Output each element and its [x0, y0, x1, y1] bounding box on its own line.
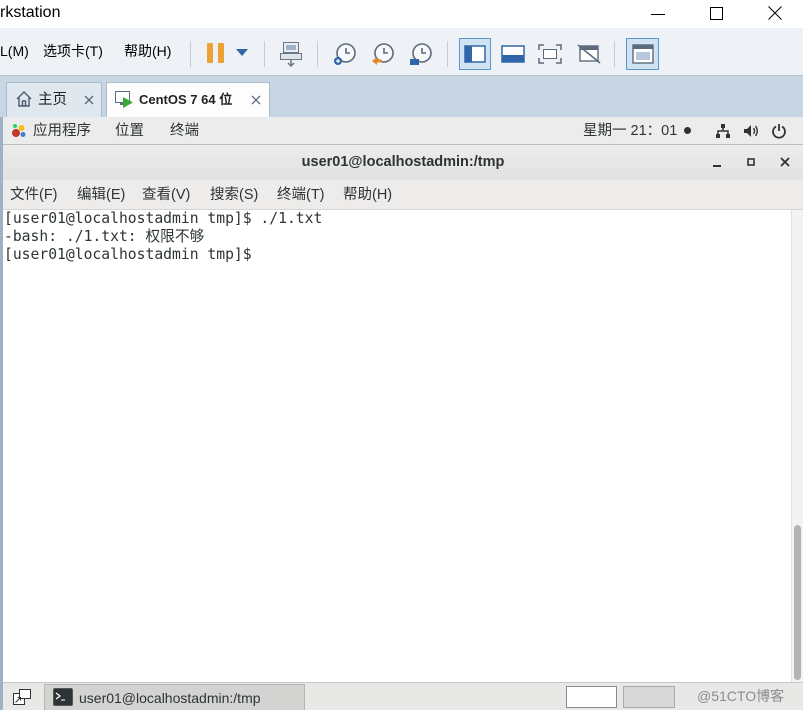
menu-help[interactable]: 帮助(H) — [124, 42, 171, 60]
terminal-title-bar: user01@localhostadmin:/tmp — [3, 145, 803, 180]
taskbar-terminal-button[interactable]: user01@localhostadmin:/tmp — [44, 684, 305, 710]
terminal-menu-bar: 文件(F) 编辑(E) 查看(V) 搜索(S) 终端(T) 帮助(H) — [3, 180, 803, 210]
scrollbar-thumb[interactable] — [794, 525, 801, 680]
fullscreen-button[interactable] — [534, 38, 566, 70]
snapshot-revert-icon — [372, 43, 394, 65]
watermark: @51CTO博客 — [697, 688, 785, 704]
menu-tabs[interactable]: 选项卡(T) — [43, 42, 103, 60]
vm-icon — [114, 89, 134, 109]
dropdown-arrow-icon — [236, 49, 248, 56]
power-icon[interactable] — [771, 123, 787, 139]
terminal-output[interactable]: [user01@localhostadmin tmp]$ ./1.txt -ba… — [3, 210, 791, 682]
home-icon — [15, 90, 33, 108]
gnome-bottom-panel: user01@localhostadmin:/tmp @51CTO博客 — [3, 682, 803, 710]
tab-home[interactable]: 主页 — [6, 82, 102, 117]
show-desktop-icon[interactable] — [12, 688, 32, 706]
tab-strip: 主页 CentOS 7 64 位 — [0, 76, 803, 117]
terminal-scrollbar[interactable] — [791, 210, 803, 682]
snapshot-take-icon — [334, 43, 356, 65]
terminal-line: [user01@localhostadmin tmp]$ ./1.txt — [4, 210, 323, 227]
fullscreen-icon — [538, 44, 562, 64]
tab-centos-label: CentOS 7 64 位 — [139, 92, 233, 107]
toolbar-separator — [447, 41, 448, 67]
toolbar-separator — [614, 41, 615, 67]
minimize-icon — [651, 14, 665, 15]
notification-dot — [684, 127, 691, 134]
toolbar-separator — [317, 41, 318, 67]
snapshot-take-button[interactable] — [333, 42, 357, 66]
close-icon — [84, 95, 94, 105]
taskbar-terminal-label: user01@localhostadmin:/tmp — [79, 690, 261, 706]
pause-button[interactable] — [207, 43, 225, 63]
tab-home-label: 主页 — [38, 92, 67, 108]
terminal-menu-terminal[interactable]: 终端(T) — [277, 186, 325, 204]
thumbnail-bar-icon — [501, 45, 525, 63]
window-maximize-button[interactable] — [710, 7, 724, 21]
snapshot-manager-button[interactable] — [409, 42, 433, 66]
terminal-menu-file[interactable]: 文件(F) — [10, 186, 58, 204]
power-dropdown-button[interactable] — [236, 49, 248, 57]
toolbar-separator — [264, 41, 265, 67]
menu-toolbar: L(M) 选项卡(T) 帮助(H) — [0, 28, 803, 76]
applications-icon — [11, 123, 27, 139]
gnome-top-panel: 应用程序 位置 终端 星期一 21：01 — [3, 117, 803, 145]
terminal-line: -bash: ./1.txt: 权限不够 — [4, 228, 205, 245]
tab-centos-vm[interactable]: CentOS 7 64 位 — [106, 82, 270, 117]
clock[interactable]: 星期一 21：01 — [583, 122, 677, 140]
terminal-menu-view[interactable]: 查看(V) — [142, 186, 190, 204]
terminal-close-button[interactable] — [780, 157, 790, 167]
network-icon[interactable] — [715, 123, 731, 139]
menu-vm[interactable]: L(M) — [0, 42, 29, 60]
maximize-icon — [710, 7, 723, 20]
send-ctrl-alt-del-icon — [280, 42, 302, 67]
window-minimize-button[interactable] — [651, 7, 665, 21]
close-icon — [251, 95, 261, 105]
terminal-menu-help[interactable]: 帮助(H) — [343, 186, 392, 204]
unity-button[interactable] — [573, 38, 605, 70]
applications-menu[interactable]: 应用程序 — [33, 122, 91, 140]
tab-home-close-button[interactable] — [84, 95, 94, 105]
pause-icon — [207, 43, 224, 63]
app-title: rkstation — [0, 4, 61, 21]
app-title-bar: rkstation — [0, 0, 803, 28]
minimize-icon — [713, 165, 721, 167]
terminal-menu-edit[interactable]: 编辑(E) — [77, 186, 125, 204]
terminal-maximize-button[interactable] — [746, 157, 756, 167]
thumbnail-bar-button[interactable] — [497, 38, 529, 70]
maximize-icon — [747, 158, 755, 166]
vm-screen[interactable]: 应用程序 位置 终端 星期一 21：01 user01@localhostadm… — [3, 117, 803, 710]
close-icon — [768, 6, 782, 20]
terminal-app-menu[interactable]: 终端 — [170, 122, 199, 140]
snapshot-revert-button[interactable] — [371, 42, 395, 66]
terminal-icon — [53, 688, 73, 706]
library-view-button[interactable] — [459, 38, 491, 70]
places-menu[interactable]: 位置 — [115, 122, 144, 140]
terminal-menu-search[interactable]: 搜索(S) — [210, 186, 258, 204]
window-close-button[interactable] — [768, 6, 782, 20]
toolbar-separator — [190, 41, 191, 67]
snapshot-manager-icon — [410, 43, 432, 65]
unity-icon — [577, 44, 601, 64]
terminal-window-title: user01@localhostadmin:/tmp — [301, 154, 505, 170]
workspace-1[interactable] — [566, 686, 617, 708]
library-view-icon — [464, 45, 486, 63]
terminal-line: [user01@localhostadmin tmp]$ — [4, 246, 261, 263]
terminal-minimize-button[interactable] — [712, 157, 722, 167]
console-view-button[interactable] — [626, 38, 659, 70]
send-ctrl-alt-del-button[interactable] — [279, 41, 303, 67]
volume-icon[interactable] — [743, 123, 759, 139]
workspace-2[interactable] — [623, 686, 675, 708]
close-icon — [780, 157, 790, 167]
console-view-icon — [631, 44, 654, 64]
tab-centos-close-button[interactable] — [251, 95, 261, 105]
